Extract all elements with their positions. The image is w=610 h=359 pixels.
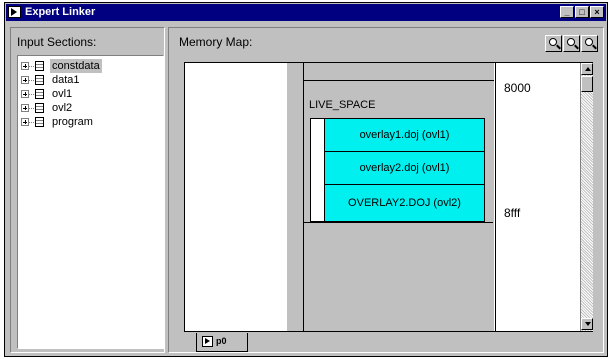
input-sections-panel: Input Sections: constdata data1 ovl1 ovl… — [10, 27, 165, 353]
overlay-item[interactable]: overlay2.doj (ovl1) — [324, 152, 484, 185]
zoom-in-button[interactable] — [563, 35, 580, 52]
tree-item-label: ovl2 — [52, 102, 73, 114]
tree-item-data1[interactable]: data1 — [20, 73, 160, 87]
address-column: 8000 8fff — [495, 63, 582, 331]
vertical-scrollbar[interactable] — [580, 63, 593, 331]
section-icon — [35, 61, 44, 71]
arrow-up-icon — [585, 67, 591, 71]
expand-icon[interactable] — [21, 104, 29, 112]
tree-item-label: ovl1 — [52, 88, 73, 100]
map-blank-area — [185, 63, 288, 331]
input-sections-tree[interactable]: constdata data1 ovl1 ovl2 program — [17, 55, 164, 349]
expand-icon[interactable] — [21, 90, 29, 98]
section-icon — [35, 75, 44, 85]
maximize-button[interactable]: □ — [575, 6, 589, 18]
arrow-down-icon — [585, 322, 591, 326]
section-icon — [35, 117, 44, 127]
expand-icon[interactable] — [21, 76, 29, 84]
memory-map-title: Memory Map: — [179, 35, 253, 49]
processor-icon — [202, 336, 213, 347]
section-icon — [35, 103, 44, 113]
app-icon[interactable] — [8, 6, 21, 18]
expert-linker-window: Expert Linker _ □ × Input Sections: cons… — [4, 2, 608, 357]
tree-item-label: constdata — [50, 59, 102, 73]
window-title: Expert Linker — [25, 6, 96, 18]
tree-item-label: data1 — [52, 74, 80, 86]
tree-item-label: program — [52, 116, 93, 128]
overlay-stack: overlay1.doj (ovl1) overlay2.doj (ovl1) … — [310, 118, 485, 222]
zoom-out-button[interactable] — [581, 35, 598, 52]
memory-segment-column: LIVE_SPACE overlay1.doj (ovl1) overlay2.… — [304, 63, 494, 331]
overlay-item[interactable]: overlay1.doj (ovl1) — [324, 119, 484, 152]
end-address: 8fff — [504, 206, 521, 220]
section-icon — [35, 89, 44, 99]
memory-map-panel: Memory Map: LIVE_SPACE overlay1.doj (ovl… — [168, 27, 604, 353]
close-button[interactable]: × — [590, 6, 604, 18]
map-spacer — [287, 63, 304, 331]
tab-p0[interactable]: p0 — [196, 333, 248, 352]
start-address: 8000 — [504, 81, 531, 95]
scroll-up-button[interactable] — [581, 63, 593, 75]
tab-label: p0 — [216, 336, 227, 346]
expand-icon[interactable] — [21, 62, 29, 70]
input-sections-title: Input Sections: — [17, 35, 97, 49]
zoom-fit-button[interactable] — [545, 35, 562, 52]
live-space-segment[interactable]: LIVE_SPACE overlay1.doj (ovl1) overlay2.… — [304, 80, 493, 223]
title-bar[interactable]: Expert Linker _ □ × — [6, 4, 606, 21]
tree-item-constdata[interactable]: constdata — [20, 59, 160, 73]
scroll-thumb[interactable] — [581, 76, 593, 92]
segment-label: LIVE_SPACE — [309, 99, 376, 111]
expand-icon[interactable] — [21, 118, 29, 126]
tree-item-ovl1[interactable]: ovl1 — [20, 87, 160, 101]
overlay-item[interactable]: OVERLAY2.DOJ (ovl2) — [324, 185, 484, 221]
tree-item-ovl2[interactable]: ovl2 — [20, 101, 160, 115]
memory-map-view[interactable]: LIVE_SPACE overlay1.doj (ovl1) overlay2.… — [184, 62, 593, 332]
tree-item-program[interactable]: program — [20, 115, 160, 129]
minimize-button[interactable]: _ — [560, 6, 574, 18]
scroll-down-button[interactable] — [581, 318, 593, 330]
